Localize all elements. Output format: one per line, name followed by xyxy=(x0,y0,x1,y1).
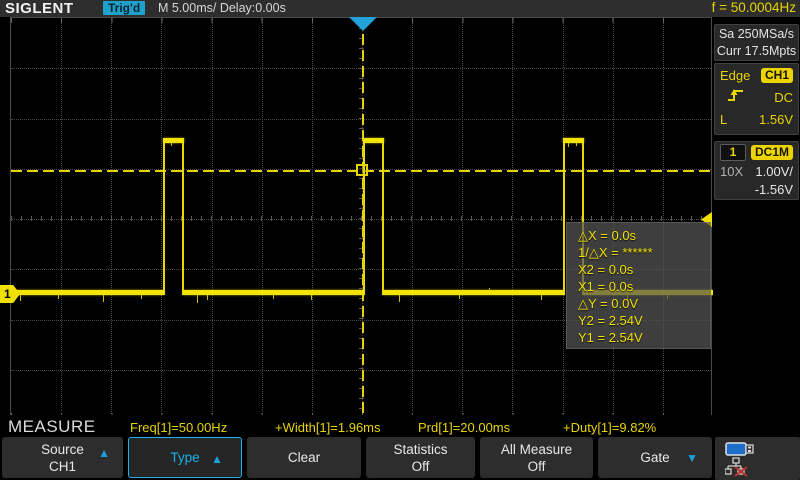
trigger-source-badge: CH1 xyxy=(761,68,793,83)
waveform-falling-edge xyxy=(182,140,184,295)
cursor-x1: X1 = 0.0s xyxy=(578,278,710,295)
waveform-rising-edge xyxy=(163,140,165,295)
trigger-status-badge: Trig'd xyxy=(103,1,145,15)
channel-offset: -1.56V xyxy=(755,182,793,197)
measurement-bar: MEASURE Freq[1]=50.00Hz +Width[1]=1.96ms… xyxy=(0,415,800,437)
all-measure-button[interactable]: All Measure Off xyxy=(480,437,593,478)
io-status-area xyxy=(715,437,800,480)
down-arrow-icon: ▼ xyxy=(686,450,698,467)
measure-pwidth: +Width[1]=1.96ms xyxy=(275,420,381,435)
waveform-pulse-top xyxy=(563,138,584,143)
measure-duty: +Duty[1]=9.82% xyxy=(563,420,656,435)
oscilloscope-screen: SIGLENT Trig'd M 5.00ms/ Delay:0.00s f =… xyxy=(0,0,800,480)
measure-period: Prd[1]=20.00ms xyxy=(418,420,510,435)
cursor-delta-y: △Y = 0.0V xyxy=(578,295,710,312)
waveform-falling-edge xyxy=(382,140,384,295)
type-button[interactable]: Type ▲ xyxy=(128,437,242,478)
measure-title: MEASURE xyxy=(8,417,96,437)
waveform-baseline-segment xyxy=(383,290,564,295)
up-arrow-icon: ▲ xyxy=(98,445,110,462)
statistics-button[interactable]: Statistics Off xyxy=(366,437,475,478)
right-sidebar: Sa 250MSa/s Curr 17.5Mpts Edge CH1 DC L … xyxy=(713,17,800,415)
trigger-info-box[interactable]: Edge CH1 DC L 1.56V xyxy=(714,63,799,135)
channel-info-box[interactable]: 1 DC1M 10X 1.00V/ -1.56V xyxy=(714,141,799,200)
trigger-level-label: L xyxy=(720,112,727,127)
graticule xyxy=(10,17,712,419)
channel-coupling-badge: DC1M xyxy=(751,145,793,160)
cursor-y2: Y2 = 2.54V xyxy=(578,312,710,329)
cursor-readout-box: △X = 0.0s 1/△X = ****** X2 = 0.0s X1 = 0… xyxy=(566,222,711,349)
gate-button[interactable]: Gate ▼ xyxy=(598,437,712,478)
rising-edge-icon xyxy=(726,87,746,108)
cursor-inv-delta-x: 1/△X = ****** xyxy=(578,244,710,261)
trigger-coupling: DC xyxy=(774,90,793,105)
timebase-readout: M 5.00ms/ Delay:0.00s xyxy=(158,1,286,15)
sample-rate: Sa 250MSa/s xyxy=(715,26,798,43)
cursor-intersection-handle[interactable] xyxy=(356,164,368,176)
frequency-counter: f = 50.0004Hz xyxy=(712,0,796,15)
brand-logo: SIGLENT xyxy=(5,0,74,17)
cursor-y1: Y1 = 2.54V xyxy=(578,329,710,346)
channel-number-badge: 1 xyxy=(720,144,746,161)
waveform-pulse-top xyxy=(163,138,184,143)
trigger-position-marker-icon[interactable] xyxy=(349,17,377,31)
probe-attenuation: 10X xyxy=(720,164,743,179)
waveform-rising-edge xyxy=(563,140,565,295)
memory-depth: Curr 17.5Mpts xyxy=(715,43,798,60)
source-button[interactable]: Source CH1 ▲ xyxy=(2,437,123,478)
softkey-menu-bar: Source CH1 ▲ Type ▲ Clear Statistics Off… xyxy=(0,437,800,480)
cursor-delta-x: △X = 0.0s xyxy=(578,227,710,244)
cursor-x2: X2 = 0.0s xyxy=(578,261,710,278)
trigger-mode-label: Edge xyxy=(720,68,750,83)
trigger-level-value: 1.56V xyxy=(759,112,793,127)
acquisition-info-box[interactable]: Sa 250MSa/s Curr 17.5Mpts xyxy=(714,24,799,61)
measure-freq: Freq[1]=50.00Hz xyxy=(130,420,227,435)
up-arrow-icon: ▲ xyxy=(211,451,223,468)
clear-button[interactable]: Clear xyxy=(247,437,361,478)
volts-per-div: 1.00V/ xyxy=(755,164,793,179)
waveform-pulse-top xyxy=(363,138,384,143)
lan-disconnected-icon xyxy=(725,457,751,480)
waveform-rising-edge xyxy=(363,140,365,295)
top-status-bar: SIGLENT Trig'd M 5.00ms/ Delay:0.00s f =… xyxy=(0,0,800,17)
